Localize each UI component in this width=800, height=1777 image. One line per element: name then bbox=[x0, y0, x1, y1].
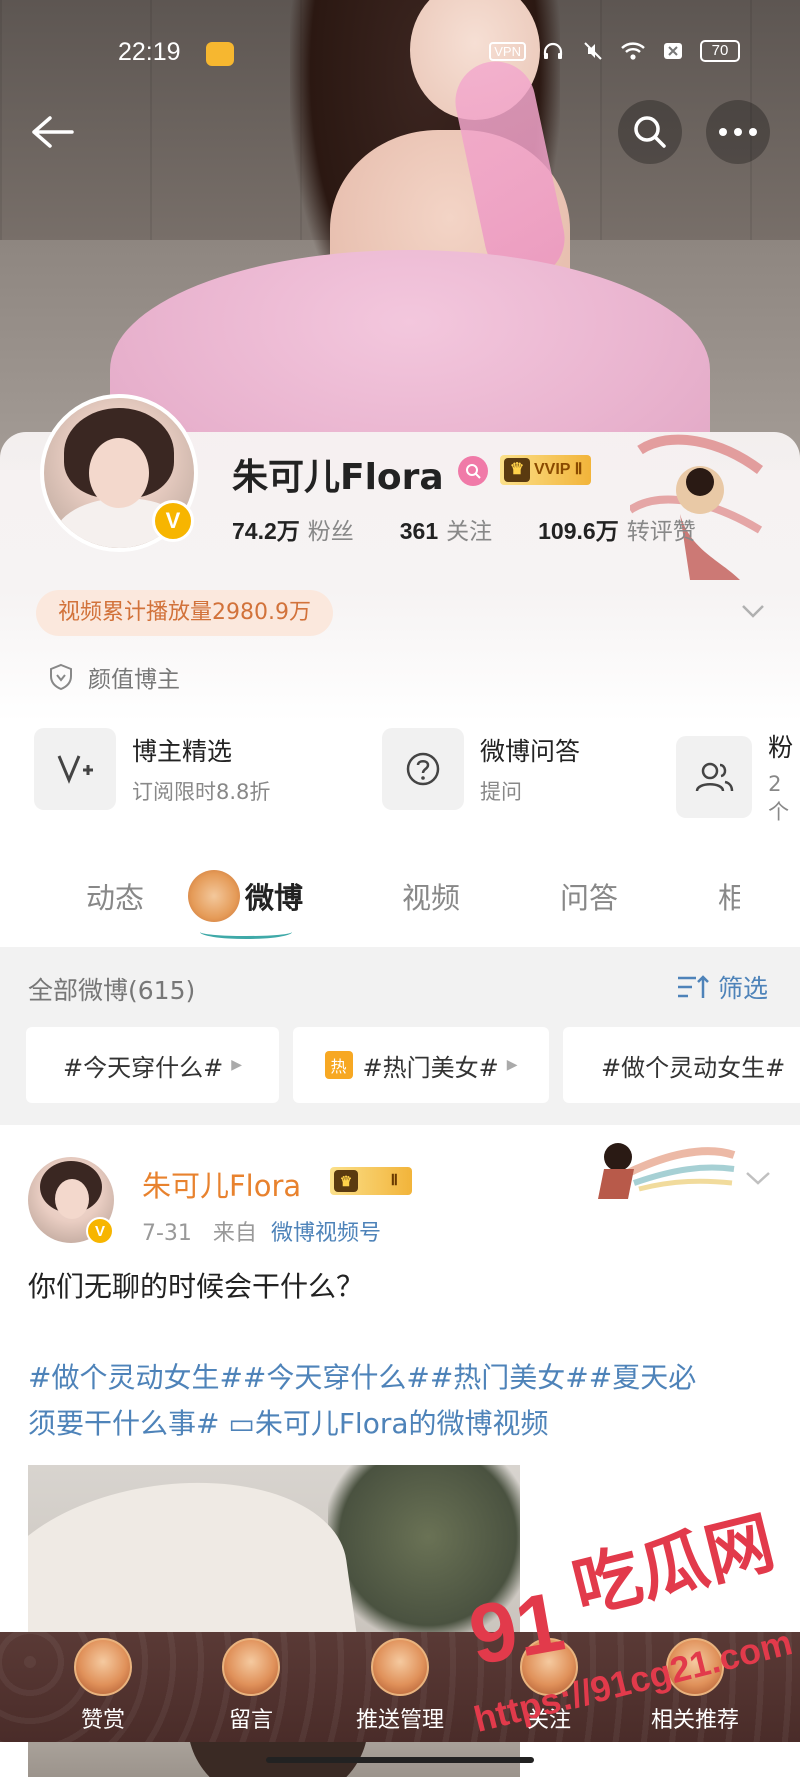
post-text: 你们无聊的时候会干什么？ bbox=[28, 1270, 365, 1303]
feature-subtitle: 订阅限时8.8折 bbox=[132, 780, 271, 804]
feature-title: 博主精选 bbox=[132, 737, 233, 766]
post-author-name[interactable]: 朱可儿Flora bbox=[142, 1163, 301, 1205]
battery-indicator: 70 bbox=[700, 40, 740, 62]
chevron-down-icon bbox=[746, 1172, 770, 1185]
crown-icon: ♛ bbox=[504, 458, 530, 482]
tab-mascot-icon bbox=[188, 870, 240, 922]
wifi-icon bbox=[620, 40, 646, 62]
decorative-illustration bbox=[630, 434, 763, 580]
filter-button[interactable]: 筛选 bbox=[676, 969, 768, 1005]
video-play-count-badge[interactable]: 视频累计播放量2980.9万 bbox=[36, 590, 333, 636]
topic-chip[interactable]: #今天穿什么# ▶ bbox=[26, 1027, 279, 1103]
feature-weibo-qa[interactable]: 微博问答 提问 bbox=[382, 728, 580, 810]
question-icon bbox=[382, 728, 464, 810]
profile-tabs: 动态 微博 视频 问答 相 bbox=[0, 835, 800, 947]
nav-reward[interactable]: 赞赏 bbox=[38, 1638, 168, 1734]
stat-interactions[interactable]: 109.6万 转评赞 bbox=[538, 512, 696, 546]
back-button[interactable] bbox=[20, 100, 84, 164]
weibo-notification-icon bbox=[206, 42, 234, 66]
status-time: 22:19 bbox=[118, 38, 181, 66]
headphones-icon bbox=[540, 40, 566, 62]
search-icon bbox=[634, 116, 666, 148]
tab-weibo[interactable]: 微博 bbox=[245, 875, 303, 917]
post-menu-button[interactable] bbox=[744, 1167, 772, 1192]
profile-stats: 74.2万 粉丝 361 关注 109.6万 转评赞 bbox=[232, 512, 696, 546]
hot-icon: 热 bbox=[324, 1051, 353, 1079]
play-arrow-icon: ▶ bbox=[506, 1057, 518, 1073]
mute-icon bbox=[580, 40, 606, 62]
search-button[interactable] bbox=[618, 100, 682, 164]
tab-qa[interactable]: 问答 bbox=[560, 875, 618, 917]
topic-chip[interactable]: #做个灵动女生# bbox=[563, 1027, 800, 1103]
topic-chip[interactable]: 热 #热门美女# ▶ bbox=[293, 1027, 549, 1103]
post-hashtags[interactable]: #做个灵动女生##今天穿什么##热门美女##夏天必 须要干什么事# ▭朱可儿Fl… bbox=[28, 1355, 788, 1447]
profile-category-tag[interactable]: 颜值博主 bbox=[48, 660, 180, 694]
weibo-count: 全部微博(615) bbox=[28, 976, 196, 1005]
profile-name: 朱可儿Flora bbox=[232, 457, 444, 498]
tab-album[interactable]: 相 bbox=[718, 875, 740, 917]
stat-following[interactable]: 361 关注 bbox=[400, 512, 492, 546]
post-source-link[interactable]: 微博视频号 bbox=[271, 1221, 381, 1246]
home-indicator[interactable] bbox=[266, 1757, 534, 1763]
fans-group-icon bbox=[676, 736, 753, 818]
tab-video[interactable]: 视频 bbox=[402, 875, 460, 917]
feature-title: 微博问答 bbox=[480, 737, 581, 766]
tab-feed[interactable]: 动态 bbox=[86, 875, 144, 917]
feature-fan-group[interactable]: 粉 2个 bbox=[676, 728, 800, 826]
vvip-badge[interactable]: ♛ VVIP Ⅱ bbox=[500, 455, 591, 485]
feature-subtitle: 提问 bbox=[480, 780, 522, 804]
feature-cards: 博主精选 订阅限时8.8折 微博问答 提问 粉 2个 bbox=[0, 720, 800, 835]
back-arrow-icon bbox=[32, 116, 74, 148]
feature-title: 粉 bbox=[768, 733, 794, 762]
shield-check-icon bbox=[50, 663, 72, 691]
sim-icon bbox=[660, 40, 686, 62]
chevron-down-icon bbox=[742, 605, 764, 618]
post-meta: 7-31 来自 微博视频号 bbox=[142, 1215, 381, 1247]
feature-subtitle: 2个 bbox=[768, 772, 790, 824]
v-plus-icon bbox=[34, 728, 116, 810]
more-dots-icon bbox=[719, 128, 757, 136]
vpn-indicator: VPN bbox=[489, 41, 526, 61]
message-icon bbox=[222, 1638, 280, 1696]
push-settings-icon bbox=[371, 1638, 429, 1696]
watermark-number: 91 bbox=[462, 1573, 571, 1683]
status-bar: 22:19 VPN 70 bbox=[0, 30, 800, 80]
member-badge-icon[interactable] bbox=[458, 456, 488, 486]
active-tab-indicator bbox=[200, 925, 292, 939]
crown-icon: ♛ bbox=[334, 1170, 358, 1192]
filter-sort-icon bbox=[678, 975, 709, 998]
more-button[interactable] bbox=[706, 100, 770, 164]
decorative-illustration bbox=[598, 1143, 736, 1199]
nav-message[interactable]: 留言 bbox=[186, 1638, 316, 1734]
verified-badge-icon: V bbox=[152, 500, 194, 542]
expand-profile-button[interactable] bbox=[740, 600, 766, 625]
stat-followers[interactable]: 74.2万 粉丝 bbox=[232, 512, 354, 546]
nav-push-settings[interactable]: 推送管理 bbox=[335, 1638, 465, 1734]
reward-icon bbox=[74, 1638, 132, 1696]
post-date: 7-31 bbox=[142, 1221, 192, 1246]
weibo-filter-bar: 全部微博(615) 筛选 #今天穿什么# ▶ 热 #热门美女# ▶ #做个灵动女生# bbox=[0, 947, 800, 1125]
vip-badge[interactable]: ♛ Ⅱ bbox=[330, 1167, 412, 1195]
feature-creator-picks[interactable]: 博主精选 订阅限时8.8折 bbox=[34, 728, 270, 810]
verified-badge-icon: V bbox=[86, 1217, 114, 1245]
play-arrow-icon: ▶ bbox=[231, 1057, 242, 1073]
post-from-label: 来自 bbox=[212, 1221, 257, 1246]
watermark: 吃瓜网 91 https://91cg21.com bbox=[462, 1503, 796, 1760]
